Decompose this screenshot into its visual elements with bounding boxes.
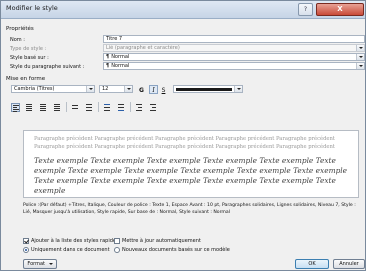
align-center-button[interactable]	[25, 103, 34, 112]
properties-section-label: Propriétés	[6, 26, 34, 32]
chevron-down-icon	[356, 45, 364, 51]
only-this-document-radio[interactable]	[23, 247, 29, 253]
style-type-label: Type de style :	[10, 46, 47, 52]
new-documents-radio[interactable]	[114, 247, 120, 253]
font-size-value: 12	[102, 86, 109, 92]
single-spacing-button[interactable]	[71, 103, 80, 112]
ok-button[interactable]: OK	[295, 259, 329, 269]
next-style-value: Normal	[111, 63, 130, 69]
new-documents-label: Nouveaux documents basés sur ce modèle	[122, 247, 230, 253]
decrease-indent-button[interactable]	[135, 103, 144, 112]
modify-style-dialog: Modifier le style ? X Propriétés Nom : T…	[0, 0, 366, 271]
format-button[interactable]: Format	[23, 259, 57, 269]
font-color-select[interactable]	[173, 85, 243, 93]
justify-button[interactable]	[53, 103, 62, 112]
auto-update-label: Mettre à jour automatiquement	[122, 238, 201, 244]
toolbar-divider	[66, 102, 67, 112]
title-bar: Modifier le style ? X	[1, 1, 365, 19]
cancel-button[interactable]: Annuler	[333, 259, 365, 269]
align-left-button[interactable]	[11, 103, 20, 112]
close-button[interactable]: X	[316, 3, 364, 16]
preview-previous-paragraph: Paragraphe précédent Paragraphe précéden…	[34, 136, 335, 150]
next-style-select[interactable]: ¶ Normal	[103, 62, 365, 70]
space-after-button[interactable]	[117, 103, 126, 112]
dialog-title: Modifier le style	[6, 4, 58, 12]
chevron-down-icon	[86, 86, 94, 92]
name-label: Nom :	[10, 37, 25, 43]
italic-button[interactable]: I	[149, 85, 158, 94]
font-size-select[interactable]: 12	[99, 85, 133, 93]
font-color-swatch	[176, 88, 232, 91]
space-before-button[interactable]	[103, 103, 112, 112]
chevron-down-icon	[234, 86, 242, 92]
name-field[interactable]: Titre 7	[103, 35, 365, 43]
paragraph-icon: ¶	[106, 63, 110, 69]
font-select[interactable]: Cambria (Titres)	[11, 85, 95, 93]
help-button[interactable]: ?	[298, 3, 313, 16]
toolbar-divider	[98, 102, 99, 112]
add-quick-styles-label: Ajouter à la liste des styles rapides	[31, 238, 119, 244]
format-button-label: Format	[27, 261, 46, 267]
formatting-section-label: Mise en forme	[6, 76, 46, 82]
based-on-value: Normal	[111, 54, 130, 60]
increase-indent-button[interactable]	[149, 103, 158, 112]
style-type-value: Lié (paragraphe et caractère)	[106, 45, 180, 51]
chevron-down-icon	[356, 54, 364, 60]
auto-update-checkbox[interactable]	[114, 238, 120, 244]
bold-button[interactable]: G	[137, 85, 146, 94]
based-on-label: Style basé sur :	[10, 55, 49, 61]
double-spacing-button[interactable]	[85, 103, 94, 112]
style-type-select[interactable]: Lié (paragraphe et caractère)	[103, 44, 365, 52]
only-this-document-label: Uniquement dans ce document	[31, 247, 110, 253]
align-right-button[interactable]	[39, 103, 48, 112]
underline-button[interactable]: S	[159, 85, 168, 94]
chevron-down-icon	[124, 86, 132, 92]
preview-sample-text: Texte exemple Texte exemple Texte exempl…	[34, 156, 348, 195]
based-on-select[interactable]: ¶ Normal	[103, 53, 365, 61]
style-description: Police :(Par défaut) +Titres, Italique, …	[23, 203, 356, 215]
next-style-label: Style du paragraphe suivant :	[10, 64, 85, 70]
toolbar-divider	[130, 102, 131, 112]
add-quick-styles-checkbox[interactable]	[23, 238, 29, 244]
chevron-down-icon	[356, 63, 364, 69]
font-value: Cambria (Titres)	[14, 86, 55, 92]
style-preview: Paragraphe précédent Paragraphe précéden…	[23, 130, 359, 198]
chevron-down-icon	[48, 262, 53, 265]
paragraph-icon: ¶	[106, 54, 110, 60]
